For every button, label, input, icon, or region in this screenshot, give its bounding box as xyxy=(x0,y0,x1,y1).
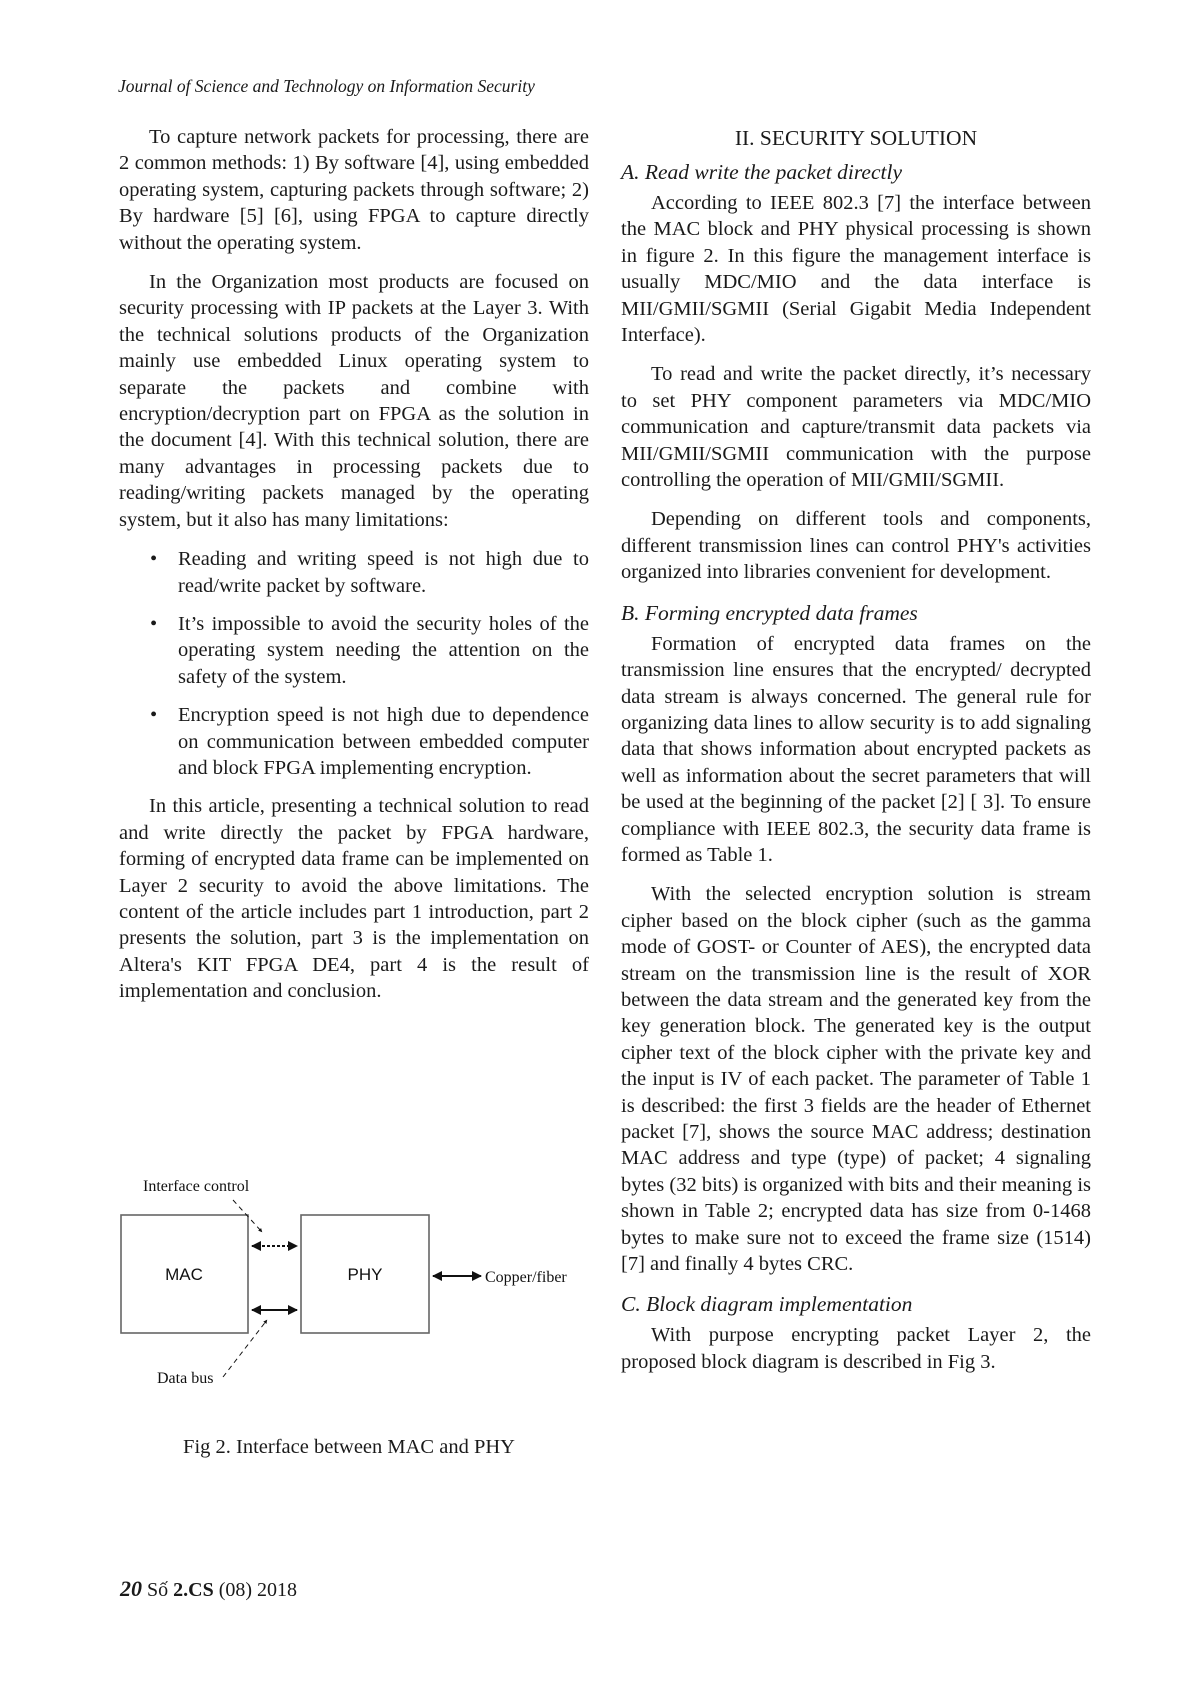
limitations-list: • Reading and writing speed is not high d… xyxy=(119,546,589,781)
paragraph: To read and write the packet directly, i… xyxy=(621,363,1091,492)
paragraph: Depending on different tools and compone… xyxy=(621,508,1091,584)
subsection-title: C. Block diagram implementation xyxy=(621,1292,913,1317)
mac-label: MAC xyxy=(165,1265,203,1284)
figure-caption: Fig 2. Interface between MAC and PHY xyxy=(183,1436,515,1458)
bullet-icon: • xyxy=(150,612,158,635)
section-title: II. SECURITY SOLUTION xyxy=(734,126,978,150)
diagram-svg: MAC PHY Interface control Data bus Coppe… xyxy=(120,1178,567,1387)
page-number: 20 xyxy=(120,1576,142,1601)
bullet-icon: • xyxy=(150,548,158,571)
issue-number: 2.CS xyxy=(173,1579,214,1601)
paragraph: To capture network packets for processin… xyxy=(119,126,589,254)
subsection-title: A. Read write the packet directly xyxy=(621,160,902,184)
paragraph: With purpose encrypting packet Layer 2, … xyxy=(621,1324,1091,1373)
issue-prefix: Số xyxy=(147,1579,169,1601)
phy-label: PHY xyxy=(348,1265,383,1284)
list-item: • Reading and writing speed is not high d… xyxy=(150,548,589,597)
copper-fiber-label: Copper/fiber xyxy=(485,1269,567,1286)
list-item: • It’s impossible to avoid the security h… xyxy=(150,612,589,688)
interface-control-label: Interface control xyxy=(143,1178,250,1195)
bullet-icon: • xyxy=(150,704,158,727)
paragraph: According to IEEE 802.3 [7] the interfac… xyxy=(621,192,1091,347)
paragraph: Formation of encrypted data frames on th… xyxy=(621,632,1091,866)
paragraph: In this article, presenting a technical … xyxy=(119,795,589,1003)
subsection-title: B. Forming encrypted data frames xyxy=(621,600,918,625)
data-bus-label: Data bus xyxy=(157,1370,213,1387)
list-item: • Encryption speed is not high due to dep… xyxy=(150,704,589,779)
issue-date: (08) 2018 xyxy=(218,1579,298,1601)
right-column: II. SECURITY SOLUTION A. Read write the … xyxy=(621,124,1091,1388)
paragraph: With the selected encryption solution is… xyxy=(621,883,1091,1276)
page-footer: 20 Số 2.CS (08) 2018 xyxy=(120,1576,297,1602)
figure-mac-phy-diagram: MAC PHY Interface control Data bus Coppe… xyxy=(119,1172,579,1402)
running-header: Journal of Science and Technology on Inf… xyxy=(118,76,535,96)
left-column: To capture network packets for processin… xyxy=(119,124,589,1018)
paragraph: In the Organization most products are fo… xyxy=(119,271,589,531)
